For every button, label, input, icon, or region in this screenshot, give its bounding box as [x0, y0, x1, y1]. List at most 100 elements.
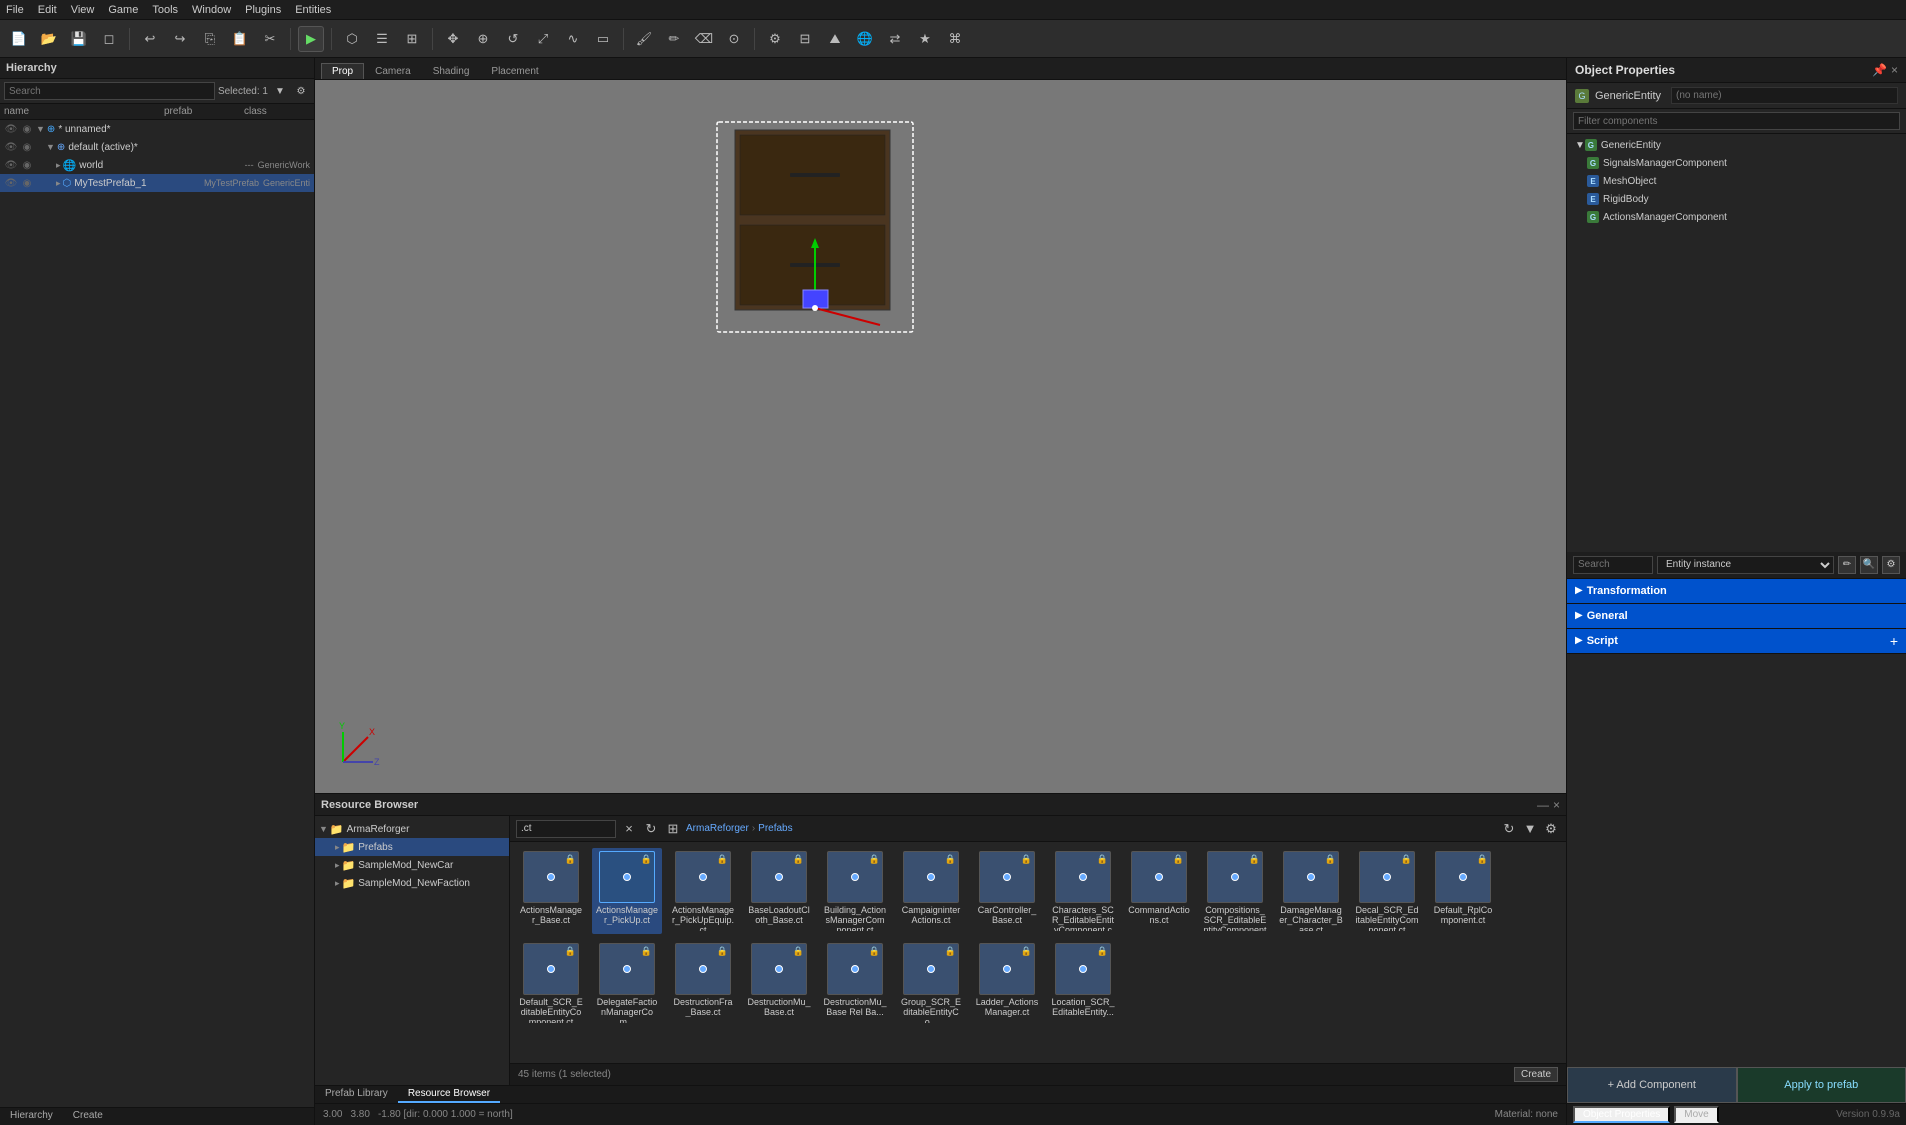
copy-button[interactable]: ⎘	[197, 26, 223, 52]
tab-prefab-library[interactable]: Prefab Library	[315, 1086, 398, 1103]
resource-item-15[interactable]: 🔒 DestructionFra_Base.ct	[668, 940, 738, 1026]
folder-newcar[interactable]: ▸ 📁 SampleMod_NewCar	[315, 856, 509, 874]
tab-move[interactable]: Move	[1674, 1106, 1718, 1123]
cut-button[interactable]: ✂	[257, 26, 283, 52]
resource-item-13[interactable]: 🔒 Default_SCR_EditableEntityComponent.ct	[516, 940, 586, 1026]
paste-button[interactable]: 📋	[227, 26, 253, 52]
resource-item-19[interactable]: 🔒 Ladder_ActionsManager.ct	[972, 940, 1042, 1026]
tree-item-unnamed[interactable]: 👁 ◉ ▼ ⊕ * unnamed*	[0, 120, 314, 138]
menu-file[interactable]: File	[6, 4, 24, 16]
resource-search-input[interactable]	[516, 820, 616, 838]
component-filter-input[interactable]	[1573, 112, 1900, 130]
resource-item-7[interactable]: 🔒 Characters_SCR_EditableEntityComponent…	[1048, 848, 1118, 934]
tree-item-default[interactable]: 👁 ◉ ▼ ⊕ default (active)*	[0, 138, 314, 156]
settings-button[interactable]: ⚙	[762, 26, 788, 52]
resource-item-2[interactable]: 🔒 ActionsManager_PickUpEquip.ct	[668, 848, 738, 934]
resource-item-4[interactable]: 🔒 Building_ActionsManagerComponent.ct	[820, 848, 890, 934]
layers-button[interactable]: ⊟	[792, 26, 818, 52]
resource-item-3[interactable]: 🔒 BaseLoadoutCloth_Base.ct	[744, 848, 814, 934]
script-header[interactable]: ▶ Script +	[1567, 629, 1906, 653]
menu-view[interactable]: View	[71, 4, 95, 16]
script-add-btn[interactable]: +	[1890, 633, 1898, 649]
resource-item-14[interactable]: 🔒 DelegateFactionManagerCom...	[592, 940, 662, 1026]
tab-create[interactable]: Create	[63, 1108, 113, 1125]
transformation-header[interactable]: ▶ Transformation	[1567, 579, 1906, 603]
transform-button[interactable]: ⊕	[470, 26, 496, 52]
rect-button[interactable]: ▭	[590, 26, 616, 52]
resource-item-1[interactable]: 🔒 ActionsManager_PickUp.ct	[592, 848, 662, 934]
viewport[interactable]: X Y Z	[315, 80, 1566, 793]
undo-button[interactable]: ↩	[137, 26, 163, 52]
resource-item-9[interactable]: 🔒 Compositions_SCR_EditableEntityCompone…	[1200, 848, 1270, 934]
wave-button[interactable]: ∿	[560, 26, 586, 52]
props-settings-btn[interactable]: ⚙	[1882, 556, 1900, 574]
folder-armareforger[interactable]: ▼ 📁 ArmaReforger	[315, 820, 509, 838]
edit-btn[interactable]: ✏	[1838, 556, 1856, 574]
resource-browser-collapse[interactable]: —	[1537, 798, 1549, 812]
open-button[interactable]: 📂	[36, 26, 62, 52]
hierarchy-filter-btn[interactable]: ▼	[271, 82, 289, 100]
star-button[interactable]: ★	[912, 26, 938, 52]
lasso-button[interactable]: ⊙	[721, 26, 747, 52]
move-button[interactable]: ✥	[440, 26, 466, 52]
add-component-button[interactable]: + Add Component	[1567, 1067, 1737, 1103]
general-header[interactable]: ▶ General	[1567, 604, 1906, 628]
menu-tools[interactable]: Tools	[152, 4, 178, 16]
resource-item-11[interactable]: 🔒 Decal_SCR_EditableEntityComponent.ct	[1352, 848, 1422, 934]
tab-placement[interactable]: Placement	[480, 63, 549, 79]
tab-resource-browser[interactable]: Resource Browser	[398, 1086, 500, 1103]
comp-item-1[interactable]: E MeshObject	[1567, 172, 1906, 190]
tab-prop[interactable]: Prop	[321, 63, 364, 79]
orbit-button[interactable]: ↺	[500, 26, 526, 52]
resource-reload-btn[interactable]: ↻	[1500, 820, 1518, 838]
menu-entities[interactable]: Entities	[295, 4, 331, 16]
resource-item-17[interactable]: 🔒 DestructionMu_Base Rel Ba...	[820, 940, 890, 1026]
list-button[interactable]: ☰	[369, 26, 395, 52]
search-btn[interactable]: 🔍	[1860, 556, 1878, 574]
cube-button[interactable]: ⬡	[339, 26, 365, 52]
resource-item-18[interactable]: 🔒 Group_SCR_EditableEntityCo...	[896, 940, 966, 1026]
resource-refresh-btn[interactable]: ↻	[642, 820, 660, 838]
tab-hierarchy[interactable]: Hierarchy	[0, 1108, 63, 1125]
resource-item-10[interactable]: 🔒 DamageManager_Character_Base.ct	[1276, 848, 1346, 934]
hierarchy-search-input[interactable]	[4, 82, 215, 100]
resource-item-12[interactable]: 🔒 Default_RplComponent.ct	[1428, 848, 1498, 934]
resource-browser-close[interactable]: ×	[1553, 798, 1560, 812]
menu-window[interactable]: Window	[192, 4, 231, 16]
redo-button[interactable]: ↪	[167, 26, 193, 52]
resource-clear-btn[interactable]: ×	[620, 820, 638, 838]
folder-prefabs[interactable]: ▸ 📁 Prefabs	[315, 838, 509, 856]
props-search-input[interactable]	[1573, 556, 1653, 574]
menu-game[interactable]: Game	[108, 4, 138, 16]
brush-button[interactable]: 🖌	[631, 26, 657, 52]
expand-button[interactable]: ⤢	[530, 26, 556, 52]
play-button[interactable]: ▶	[298, 26, 324, 52]
create-btn[interactable]: Create	[1514, 1067, 1558, 1082]
tree-item-myprefab[interactable]: 👁 ◉ ▸ ⬡ MyTestPrefab_1 MyTestPrefab Gene…	[0, 174, 314, 192]
unknown1-button[interactable]: ◻	[96, 26, 122, 52]
arrows-button[interactable]: ⇄	[882, 26, 908, 52]
comp-item-0[interactable]: G SignalsManagerComponent	[1567, 154, 1906, 172]
tab-shading[interactable]: Shading	[422, 63, 481, 79]
right-panel-close-icon[interactable]: ×	[1891, 63, 1898, 77]
path-root[interactable]: ArmaReforger	[686, 823, 749, 834]
comp-item-2[interactable]: E RigidBody	[1567, 190, 1906, 208]
eraser-button[interactable]: ⌫	[691, 26, 717, 52]
pin-icon[interactable]: 📌	[1872, 63, 1887, 77]
folder-newfaction[interactable]: ▸ 📁 SampleMod_NewFaction	[315, 874, 509, 892]
save-button[interactable]: 💾	[66, 26, 92, 52]
resource-item-8[interactable]: 🔒 CommandActions.ct	[1124, 848, 1194, 934]
resource-item-16[interactable]: 🔒 DestructionMu_Base.ct	[744, 940, 814, 1026]
apply-to-prefab-button[interactable]: Apply to prefab	[1737, 1067, 1906, 1103]
path-sub[interactable]: Prefabs	[758, 823, 792, 834]
resource-item-5[interactable]: 🔒 CampaigninterActions.ct	[896, 848, 966, 934]
comp-parent[interactable]: ▼ G GenericEntity	[1567, 136, 1906, 154]
hierarchy-settings-btn[interactable]: ⚙	[292, 82, 310, 100]
entity-instance-dropdown[interactable]: Entity instance	[1657, 556, 1834, 574]
resource-sync-btn[interactable]: ⊞	[664, 820, 682, 838]
terrain-button[interactable]: ⛰	[822, 26, 848, 52]
tab-object-properties[interactable]: Object Properties	[1573, 1106, 1670, 1123]
terminal-button[interactable]: ⌘	[942, 26, 968, 52]
resource-item-6[interactable]: 🔒 CarController_Base.ct	[972, 848, 1042, 934]
globe-button[interactable]: 🌐	[852, 26, 878, 52]
